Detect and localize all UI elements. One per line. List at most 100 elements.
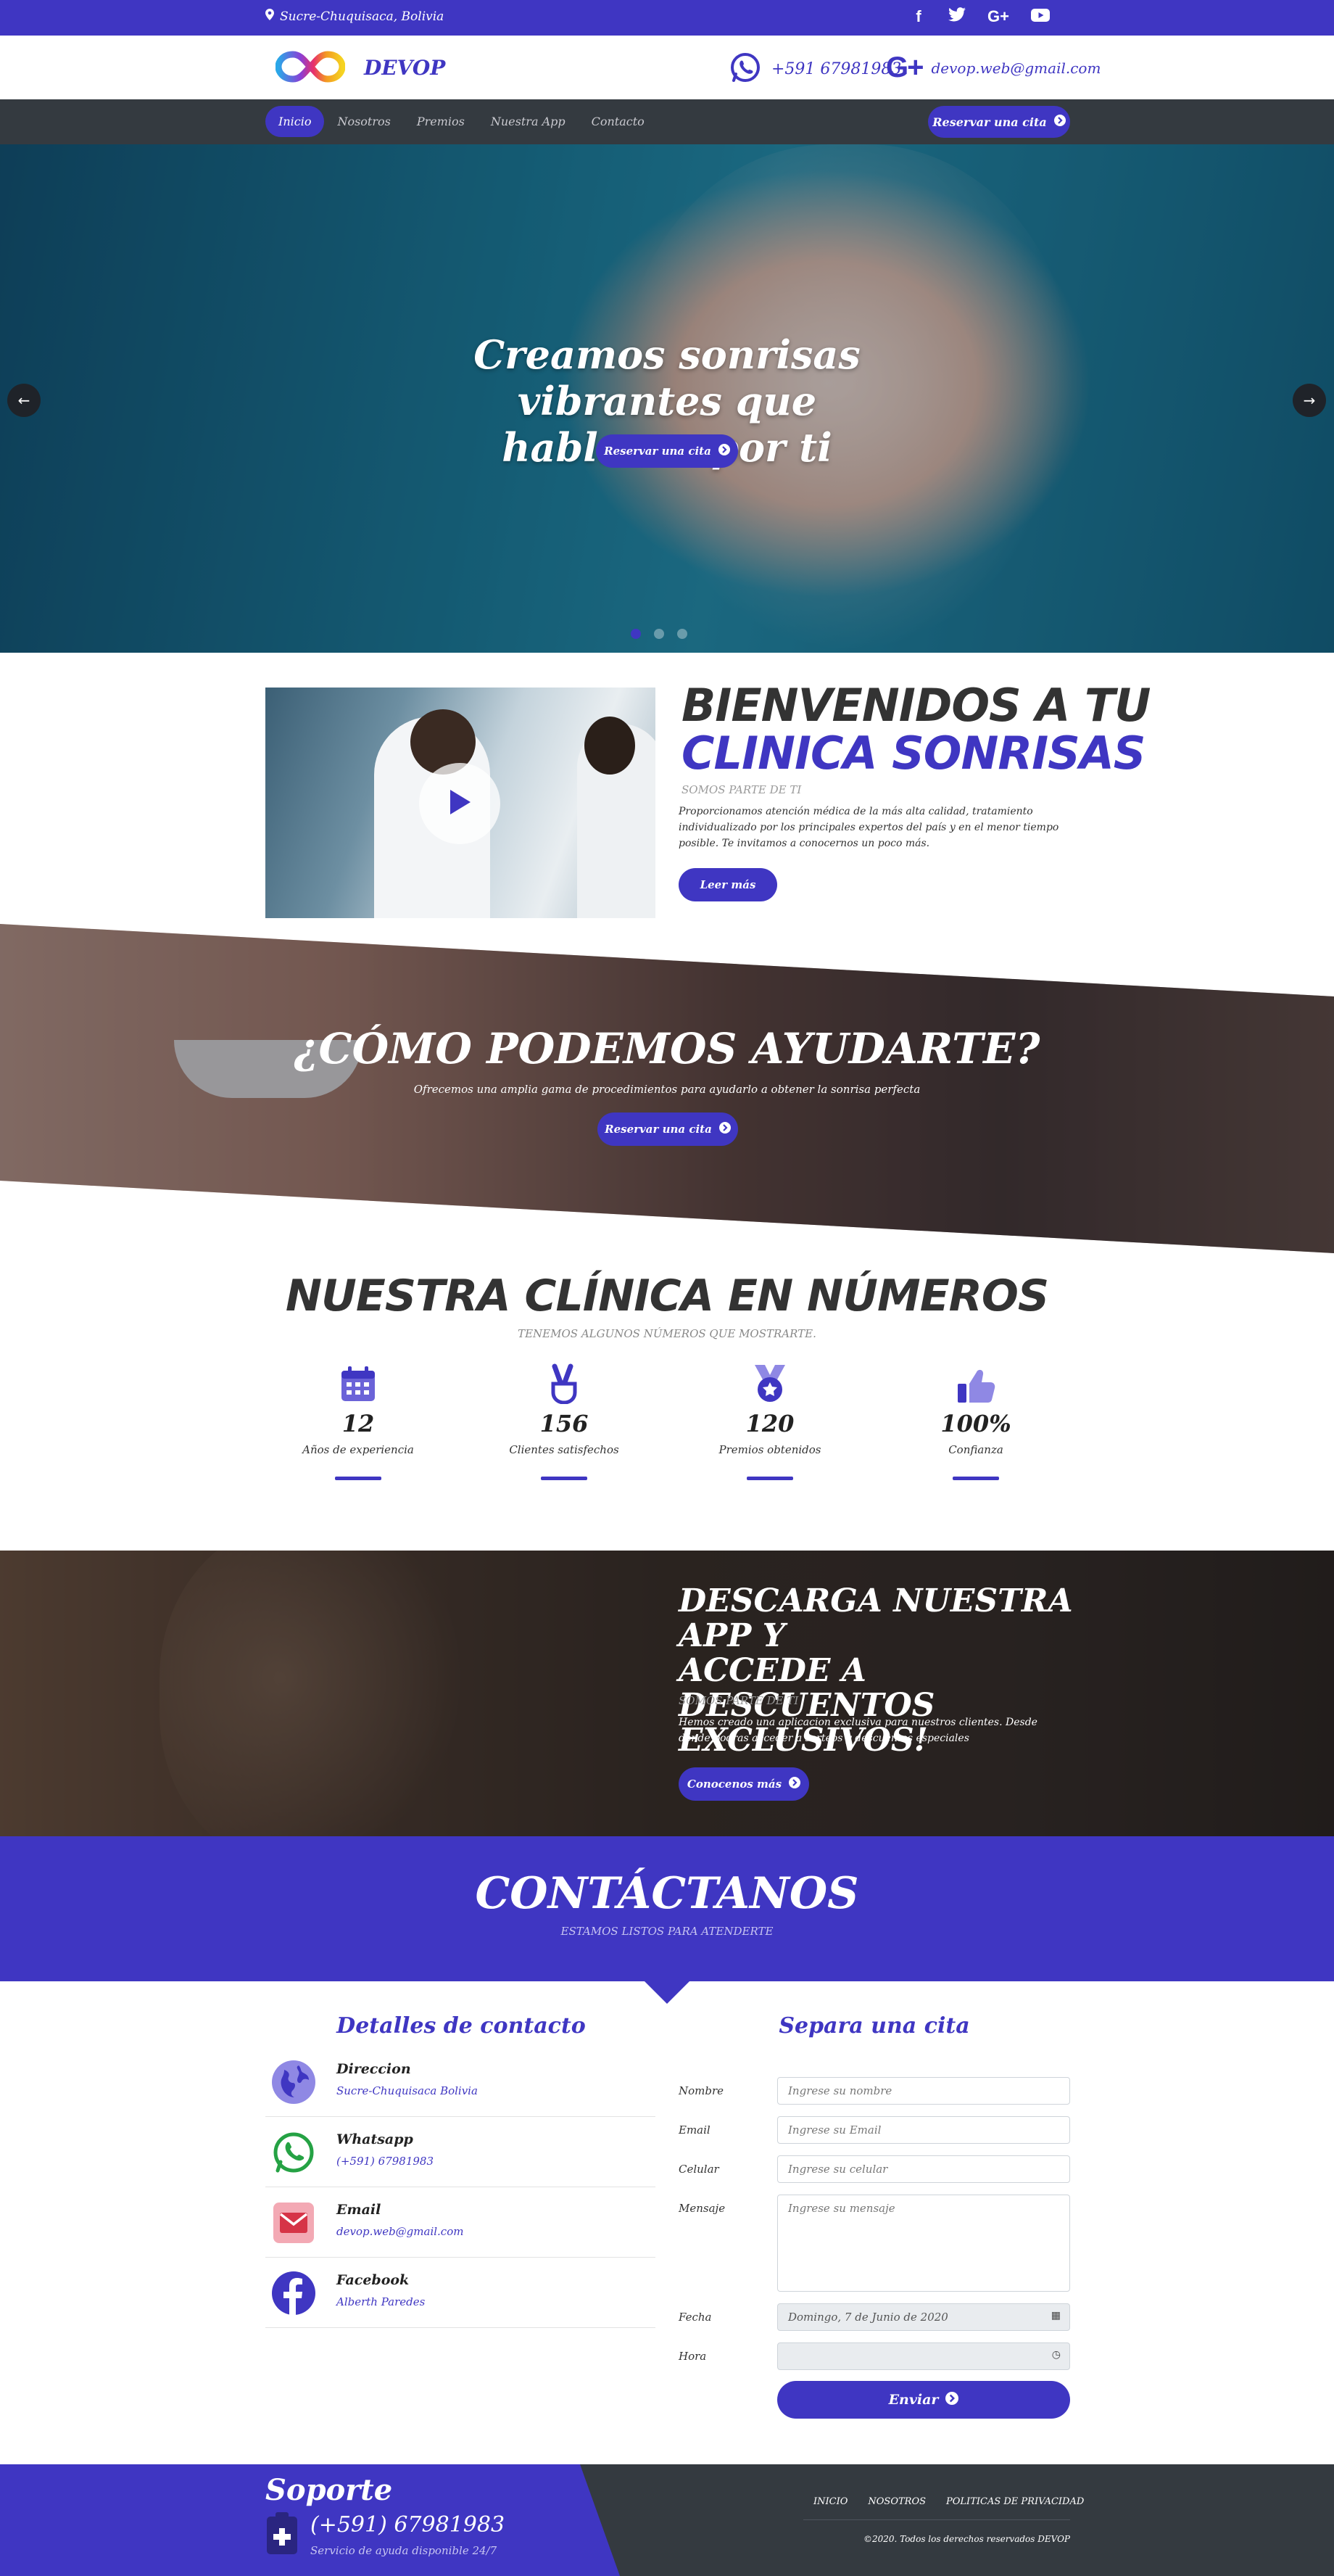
contact-subtitle: ESTAMOS LISTOS PARA ATENDERTE: [560, 1925, 774, 1938]
stat-underline: [541, 1477, 587, 1480]
footer-link-inicio[interactable]: INICIO: [813, 2496, 848, 2507]
facebook-icon: [271, 2271, 316, 2316]
nav-reserve-button[interactable]: Reservar una cita: [928, 106, 1070, 138]
help-reserve-button[interactable]: Reservar una cita: [597, 1112, 738, 1146]
nav-item-contacto[interactable]: Contacto: [579, 106, 658, 137]
support-phone[interactable]: (+591) 67981983: [310, 2512, 505, 2538]
welcome-title-line2: CLINICA SONRISAS: [682, 727, 1146, 780]
email-input[interactable]: Ingrese su Email: [777, 2116, 1070, 2144]
nav-items: Inicio Nosotros Premios Nuestra App Cont…: [265, 106, 658, 137]
header-email[interactable]: G+ devop.web@gmail.com: [886, 51, 1101, 84]
youtube-icon[interactable]: [1030, 7, 1050, 26]
app-paragraph: Hemos creado una aplicacion exclusiva pa…: [679, 1717, 1037, 1744]
footer-links: INICIO NOSOTROS POLITICAS DE PRIVACIDAD: [813, 2496, 1084, 2507]
hero-reserve-button[interactable]: Reservar una cita: [596, 434, 738, 468]
facebook-icon[interactable]: f: [911, 7, 927, 26]
date-input[interactable]: Domingo, 7 de Junio de 2020 ▦: [777, 2303, 1070, 2331]
hero-reserve-label: Reservar una cita: [604, 445, 711, 458]
arrow-circle-right-icon: [1053, 115, 1066, 129]
submit-button[interactable]: Enviar: [777, 2381, 1070, 2419]
header-email-address: devop.web@gmail.com: [931, 59, 1101, 77]
medal-icon: [697, 1363, 842, 1404]
contact-title: CONTÁCTANOS: [475, 1868, 859, 1919]
name-input[interactable]: Ingrese su nombre: [777, 2077, 1070, 2105]
read-more-button[interactable]: Leer más: [679, 868, 777, 901]
stat-underline: [335, 1477, 381, 1480]
contact-banner-pointer: [644, 1981, 690, 2004]
nav-item-inicio[interactable]: Inicio: [265, 106, 325, 137]
phone-input[interactable]: Ingrese su celular: [777, 2155, 1070, 2183]
arrow-circle-right-icon: [718, 444, 730, 458]
footer-support-panel: [0, 2464, 620, 2576]
support-note: Servicio de ayuda disponible 24/7: [310, 2544, 497, 2557]
contact-detail-facebook: Facebook Alberth Paredes: [265, 2258, 655, 2328]
globe-icon: [271, 2060, 316, 2105]
stat-label: Clientes satisfechos: [509, 1443, 619, 1456]
detail-heading: Email: [336, 2202, 381, 2218]
whatsapp-icon: [271, 2130, 316, 2175]
app-overlay: [0, 1551, 1334, 1836]
brand-name[interactable]: DEVOP: [364, 56, 445, 80]
logo[interactable]: [275, 49, 346, 85]
google-plus-icon: G+: [886, 51, 924, 83]
stat-item: 100% Confianza: [903, 1363, 1048, 1480]
numbers-title: NUESTRA CLÍNICA EN NÚMEROS: [285, 1271, 1049, 1321]
arrow-circle-right-icon: [945, 2391, 959, 2408]
thumbs-up-icon: [903, 1363, 1048, 1404]
footer-link-nosotros[interactable]: NOSOTROS: [868, 2496, 926, 2507]
stat-value: 100%: [940, 1410, 1011, 1437]
stat-label: Premios obtenidos: [718, 1443, 821, 1456]
carousel-dot[interactable]: [654, 629, 664, 639]
welcome-video[interactable]: [265, 688, 655, 918]
stat-value: 156: [539, 1410, 589, 1437]
carousel-prev-button[interactable]: ←: [7, 384, 41, 417]
nav-item-nosotros[interactable]: Nosotros: [324, 106, 403, 137]
detail-heading: Whatsapp: [336, 2131, 413, 2147]
time-input[interactable]: ◷: [777, 2342, 1070, 2370]
message-textarea[interactable]: Ingrese su mensaje: [777, 2195, 1070, 2292]
play-icon: [447, 788, 472, 819]
date-label: Fecha: [679, 2311, 712, 2324]
play-button[interactable]: [419, 763, 500, 844]
help-title: ¿CÓMO PODEMOS AYUDARTE?: [294, 1024, 1040, 1073]
nav-item-nuestra-app[interactable]: Nuestra App: [478, 106, 579, 137]
help-subtitle: Ofrecemos una amplia gama de procedimien…: [413, 1083, 921, 1096]
stat-value: 120: [745, 1410, 795, 1437]
site-header: DEVOP +591 67981983 G+ devop.web@gmail.c…: [0, 36, 1334, 99]
map-marker-icon: [265, 9, 274, 24]
arrow-circle-right-icon: [789, 1777, 801, 1791]
app-title-line2: ACCEDE A DESCUENTOS: [679, 1652, 935, 1724]
clock-icon[interactable]: ◷: [1052, 2349, 1061, 2361]
nav-item-premios[interactable]: Premios: [404, 106, 478, 137]
nav-reserve-label: Reservar una cita: [932, 115, 1047, 129]
twitter-icon[interactable]: [948, 7, 966, 26]
carousel-dot[interactable]: [631, 629, 641, 639]
top-bar: Sucre-Chuquisaca, Bolivia f G+: [0, 0, 1334, 36]
detail-value: Sucre-Chuquisaca Bolivia: [336, 2084, 478, 2097]
carousel-next-button[interactable]: →: [1293, 384, 1326, 417]
footer-link-privacy[interactable]: POLITICAS DE PRIVACIDAD: [946, 2496, 1084, 2507]
phone-label: Celular: [679, 2163, 719, 2176]
google-plus-icon[interactable]: G+: [987, 7, 1009, 26]
contact-details-title: Detalles de contacto: [336, 2013, 586, 2039]
stat-underline: [747, 1477, 793, 1480]
calendar-icon: [286, 1363, 431, 1404]
name-label: Nombre: [679, 2084, 724, 2097]
peace-hand-icon: [492, 1363, 637, 1404]
stat-item: 120 Premios obtenidos: [697, 1363, 842, 1480]
header-phone-number: +591 67981983: [771, 59, 902, 78]
calendar-icon[interactable]: ▦: [1051, 2310, 1061, 2321]
app-learn-more-button[interactable]: Conocenos más: [679, 1767, 809, 1801]
welcome-subtitle: SOMOS PARTE DE TI: [682, 783, 802, 796]
whatsapp-icon: [729, 51, 761, 86]
header-phone[interactable]: +591 67981983: [729, 51, 901, 86]
stat-underline: [953, 1477, 999, 1480]
detail-value: devop.web@gmail.com: [336, 2225, 464, 2238]
contact-detail-address: Direccion Sucre-Chuquisaca Bolivia: [265, 2047, 655, 2117]
location-info: Sucre-Chuquisaca, Bolivia: [265, 9, 444, 24]
arrow-circle-right-icon: [718, 1122, 731, 1136]
carousel-dot[interactable]: [677, 629, 687, 639]
message-label: Mensaje: [679, 2202, 726, 2215]
detail-value: Alberth Paredes: [336, 2295, 426, 2308]
stat-value: 12: [341, 1410, 375, 1437]
